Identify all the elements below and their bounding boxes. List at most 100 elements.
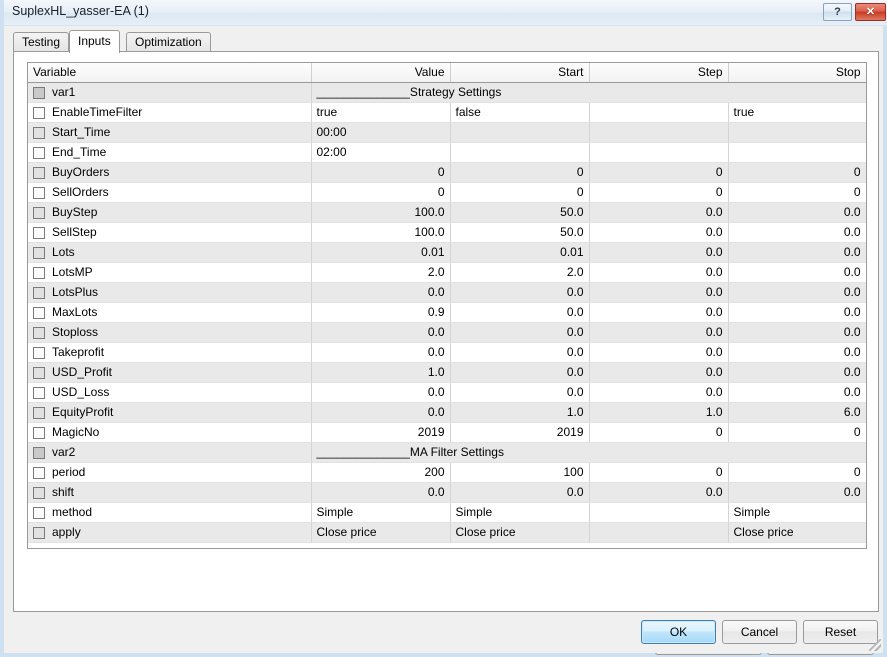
table-row[interactable]: method Simple Simple Simple [28,502,866,523]
step-cell[interactable] [589,502,729,523]
stop-cell[interactable]: 6.0 [728,402,866,423]
stop-cell[interactable]: 0.0 [728,482,866,503]
variable-cell[interactable]: MagicNo [28,422,312,443]
step-cell[interactable]: 0.0 [589,302,729,323]
checkbox-icon[interactable] [33,126,45,139]
table-row[interactable]: LotsPlus 0.0 0.0 0.0 0.0 [28,282,866,303]
table-row[interactable]: MagicNo 2019 2019 0 0 [28,422,866,443]
variable-cell[interactable]: var2 [28,442,312,463]
step-cell[interactable]: 0.0 [589,482,729,503]
value-cell[interactable]: Simple [311,502,451,523]
help-icon[interactable]: ? [823,3,852,21]
start-cell[interactable]: 0.0 [450,342,590,363]
column-header-variable[interactable]: Variable [28,63,312,83]
value-cell[interactable]: 0 [311,162,451,183]
checkbox-icon[interactable] [33,526,45,539]
checkbox-icon[interactable] [33,286,45,299]
variable-cell[interactable]: EnableTimeFilter [28,102,312,123]
value-cell[interactable]: 02:00 [311,142,451,163]
resize-grip[interactable] [869,639,881,651]
value-cell[interactable]: 0.0 [311,382,451,403]
column-header-value[interactable]: Value [311,63,451,83]
start-cell[interactable]: 1.0 [450,402,590,423]
checkbox-icon[interactable] [33,466,45,479]
table-row[interactable]: var1 ______________Strategy Settings [28,82,866,103]
value-cell[interactable]: 0.0 [311,342,451,363]
checkbox-icon[interactable] [33,446,45,459]
step-cell[interactable]: 0 [589,162,729,183]
start-cell[interactable]: 50.0 [450,202,590,223]
checkbox-icon[interactable] [33,86,45,99]
checkbox-icon[interactable] [33,206,45,219]
start-cell[interactable]: 50.0 [450,222,590,243]
stop-cell[interactable]: true [728,102,866,123]
start-cell[interactable]: 0.0 [450,302,590,323]
start-cell[interactable]: 0.0 [450,282,590,303]
start-cell[interactable]: 0.0 [450,322,590,343]
start-cell[interactable]: 0.0 [450,382,590,403]
close-icon[interactable]: ✕ [855,3,886,21]
variable-cell[interactable]: Takeprofit [28,342,312,363]
value-cell[interactable]: 0.0 [311,482,451,503]
variable-cell[interactable]: LotsPlus [28,282,312,303]
checkbox-icon[interactable] [33,506,45,519]
checkbox-icon[interactable] [33,346,45,359]
stop-cell[interactable]: 0.0 [728,202,866,223]
variable-cell[interactable]: MaxLots [28,302,312,323]
value-cell[interactable]: 00:00 [311,122,451,143]
variable-cell[interactable]: BuyOrders [28,162,312,183]
step-cell[interactable] [589,102,729,123]
stop-cell[interactable]: 0.0 [728,322,866,343]
step-cell[interactable]: 0 [589,462,729,483]
column-header-step[interactable]: Step [589,63,729,83]
step-cell[interactable]: 0.0 [589,282,729,303]
stop-cell[interactable]: Close price [728,522,866,543]
variable-cell[interactable]: period [28,462,312,483]
table-row[interactable]: period 200 100 0 0 [28,462,866,483]
step-cell[interactable]: 0 [589,182,729,203]
table-row[interactable]: BuyOrders 0 0 0 0 [28,162,866,183]
stop-cell[interactable]: 0 [728,462,866,483]
table-row[interactable]: Stoploss 0.0 0.0 0.0 0.0 [28,322,866,343]
start-cell[interactable]: 0 [450,162,590,183]
checkbox-icon[interactable] [33,166,45,179]
step-cell[interactable]: 0.0 [589,342,729,363]
value-cell[interactable]: 1.0 [311,362,451,383]
value-cell[interactable]: true [311,102,451,123]
value-cell[interactable]: 0.01 [311,242,451,263]
value-cell[interactable]: 100.0 [311,202,451,223]
variable-cell[interactable]: USD_Profit [28,362,312,383]
stop-cell[interactable]: 0.0 [728,262,866,283]
start-cell[interactable]: Close price [450,522,590,543]
table-row[interactable]: MaxLots 0.9 0.0 0.0 0.0 [28,302,866,323]
start-cell[interactable]: 0 [450,182,590,203]
value-cell[interactable]: 200 [311,462,451,483]
step-cell[interactable]: 0.0 [589,202,729,223]
variable-cell[interactable]: SellOrders [28,182,312,203]
table-row[interactable]: Start_Time 00:00 [28,122,866,143]
step-cell[interactable]: 0.0 [589,322,729,343]
step-cell[interactable]: 0 [589,422,729,443]
checkbox-icon[interactable] [33,386,45,399]
checkbox-icon[interactable] [33,426,45,439]
variable-cell[interactable]: shift [28,482,312,503]
tab-testing[interactable]: Testing [13,32,70,52]
variable-cell[interactable]: EquityProfit [28,402,312,423]
start-cell[interactable] [450,142,590,163]
tab-inputs[interactable]: Inputs [69,30,120,53]
stop-cell[interactable]: 0.0 [728,382,866,403]
start-cell[interactable]: 0.01 [450,242,590,263]
checkbox-icon[interactable] [33,226,45,239]
step-cell[interactable]: 0.0 [589,382,729,403]
variable-cell[interactable]: USD_Loss [28,382,312,403]
start-cell[interactable]: 0.0 [450,482,590,503]
value-cell[interactable]: 2.0 [311,262,451,283]
value-cell[interactable]: 100.0 [311,222,451,243]
variable-cell[interactable]: Lots [28,242,312,263]
stop-cell[interactable] [728,142,866,163]
variable-cell[interactable]: Start_Time [28,122,312,143]
variable-cell[interactable]: End_Time [28,142,312,163]
table-row[interactable]: Takeprofit 0.0 0.0 0.0 0.0 [28,342,866,363]
stop-cell[interactable]: 0.0 [728,222,866,243]
table-row[interactable]: SellStep 100.0 50.0 0.0 0.0 [28,222,866,243]
